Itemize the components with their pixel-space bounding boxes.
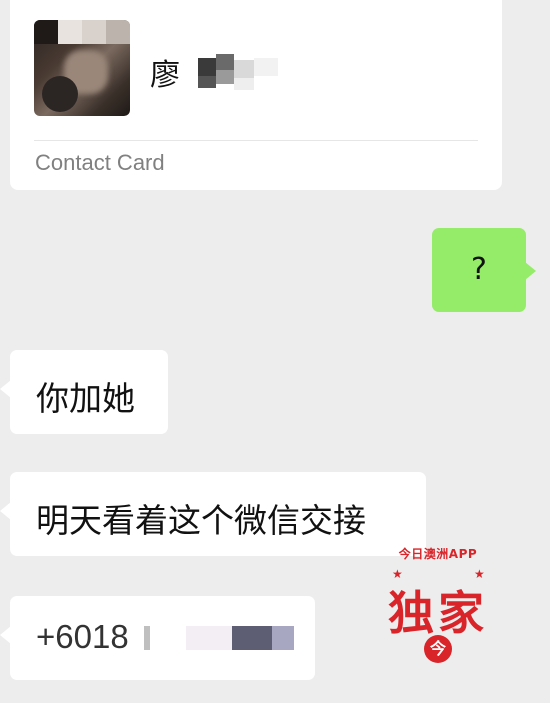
chat-window: 廖 Contact Card ? 你加她 明天看着这个微信交接 +6018 今日… (0, 0, 550, 703)
message-text: 你加她 (36, 379, 135, 418)
card-divider (34, 140, 478, 141)
message-text: ? (471, 252, 487, 287)
contact-name: 廖 (150, 58, 180, 93)
incoming-message-bubble[interactable]: 你加她 (0, 350, 168, 434)
contact-card-message[interactable]: 廖 Contact Card (10, 0, 502, 190)
message-text: 明天看着这个微信交接 (36, 501, 366, 540)
phone-number-redacted (272, 626, 294, 650)
contact-avatar (34, 20, 130, 116)
outgoing-message-bubble[interactable]: ? (432, 228, 536, 312)
phone-number-text: +6018 (36, 618, 129, 655)
phone-number-redacted (232, 626, 272, 650)
watermark-badge: 今 (424, 635, 452, 663)
watermark-brand: 今日澳洲APP (398, 547, 478, 561)
exclusive-watermark: 今日澳洲APP ★ ★ 独家 今 (376, 545, 500, 663)
watermark-main-text: 独家 (388, 586, 488, 640)
incoming-phone-message-bubble[interactable]: +6018 (0, 596, 315, 680)
contact-card-label: Contact Card (35, 150, 165, 175)
incoming-message-bubble[interactable]: 明天看着这个微信交接 (0, 472, 426, 556)
phone-number-redacted (186, 626, 232, 650)
contact-name-redacted (198, 50, 288, 90)
phone-number-redacted (144, 626, 150, 650)
